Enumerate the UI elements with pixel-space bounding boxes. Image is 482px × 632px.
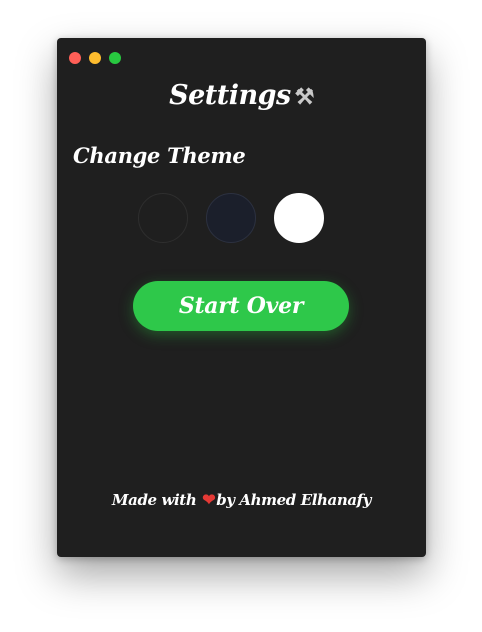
hammer-and-wrench-icon: ⚒ bbox=[294, 84, 315, 110]
maximize-window-button[interactable] bbox=[109, 52, 121, 64]
footer-suffix: by Ahmed Elhanafy bbox=[216, 491, 372, 509]
theme-swatch-dark[interactable] bbox=[138, 193, 188, 243]
theme-swatch-light[interactable] bbox=[274, 193, 324, 243]
heart-icon: ❤ bbox=[202, 490, 216, 509]
settings-window: Settings ⚒ Change Theme Start Over Made w… bbox=[57, 38, 426, 557]
theme-swatch-navy[interactable] bbox=[206, 193, 256, 243]
minimize-window-button[interactable] bbox=[89, 52, 101, 64]
window-controls bbox=[69, 52, 121, 64]
page-title: Settings ⚒ bbox=[57, 80, 426, 111]
theme-swatches bbox=[138, 193, 324, 243]
change-theme-label: Change Theme bbox=[73, 143, 246, 168]
start-over-button[interactable]: Start Over bbox=[133, 281, 349, 331]
page-title-text: Settings bbox=[169, 80, 291, 111]
footer-prefix: Made with bbox=[111, 491, 197, 509]
close-window-button[interactable] bbox=[69, 52, 81, 64]
footer-credit: Made with ❤by Ahmed Elhanafy bbox=[57, 490, 426, 509]
